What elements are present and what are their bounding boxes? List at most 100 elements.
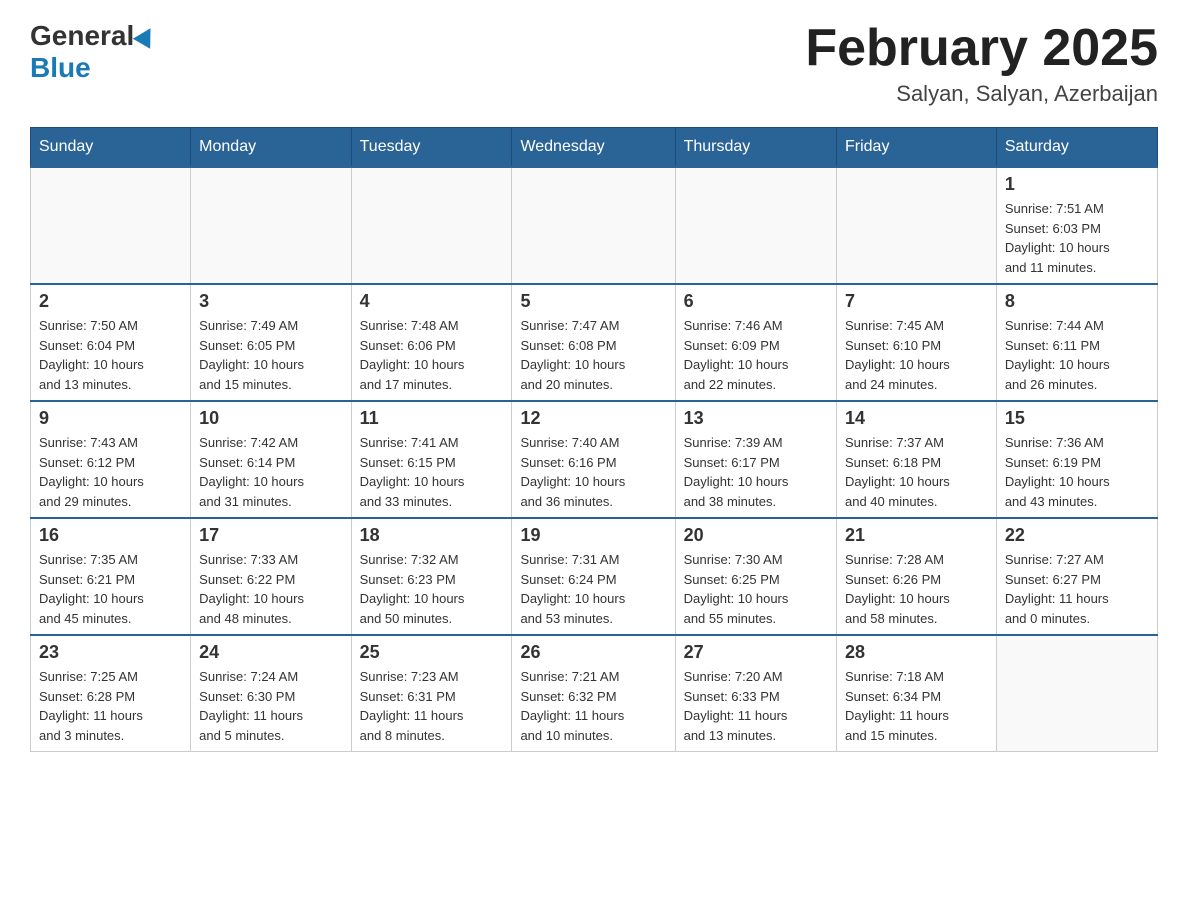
- day-info: Sunrise: 7:41 AMSunset: 6:15 PMDaylight:…: [360, 433, 504, 511]
- weekday-header-row: SundayMondayTuesdayWednesdayThursdayFrid…: [31, 128, 1158, 168]
- calendar-week-row: 23Sunrise: 7:25 AMSunset: 6:28 PMDayligh…: [31, 635, 1158, 752]
- calendar-cell: [675, 167, 836, 284]
- day-info: Sunrise: 7:50 AMSunset: 6:04 PMDaylight:…: [39, 316, 182, 394]
- day-info: Sunrise: 7:33 AMSunset: 6:22 PMDaylight:…: [199, 550, 342, 628]
- calendar-cell: 14 Sunrise: 7:37 AMSunset: 6:18 PMDayligh…: [837, 401, 997, 518]
- calendar-cell: 5 Sunrise: 7:47 AMSunset: 6:08 PMDaylight…: [512, 284, 675, 401]
- day-number: 22: [1005, 525, 1149, 546]
- day-number: 5: [520, 291, 666, 312]
- calendar-cell: [351, 167, 512, 284]
- calendar-cell: 22 Sunrise: 7:27 AMSunset: 6:27 PMDayligh…: [996, 518, 1157, 635]
- weekday-header-monday: Monday: [191, 128, 351, 168]
- day-info: Sunrise: 7:20 AMSunset: 6:33 PMDaylight:…: [684, 667, 828, 745]
- calendar-cell: 8Sunrise: 7:44 AMSunset: 6:11 PMDaylight…: [996, 284, 1157, 401]
- calendar-cell: 20 Sunrise: 7:30 AMSunset: 6:25 PMDayligh…: [675, 518, 836, 635]
- day-number: 11: [360, 408, 504, 429]
- day-info: Sunrise: 7:25 AMSunset: 6:28 PMDaylight:…: [39, 667, 182, 745]
- day-info: Sunrise: 7:27 AMSunset: 6:27 PMDaylight:…: [1005, 550, 1149, 628]
- calendar-cell: 4 Sunrise: 7:48 AMSunset: 6:06 PMDaylight…: [351, 284, 512, 401]
- day-number: 9: [39, 408, 182, 429]
- day-info: Sunrise: 7:23 AMSunset: 6:31 PMDaylight:…: [360, 667, 504, 745]
- day-info: Sunrise: 7:21 AMSunset: 6:32 PMDaylight:…: [520, 667, 666, 745]
- day-info: Sunrise: 7:30 AMSunset: 6:25 PMDaylight:…: [684, 550, 828, 628]
- calendar-cell: 26 Sunrise: 7:21 AMSunset: 6:32 PMDayligh…: [512, 635, 675, 752]
- day-info: Sunrise: 7:31 AMSunset: 6:24 PMDaylight:…: [520, 550, 666, 628]
- calendar-cell: 12Sunrise: 7:40 AMSunset: 6:16 PMDayligh…: [512, 401, 675, 518]
- day-number: 24: [199, 642, 342, 663]
- day-number: 4: [360, 291, 504, 312]
- calendar-cell: 13 Sunrise: 7:39 AMSunset: 6:17 PMDayligh…: [675, 401, 836, 518]
- title-section: February 2025 Salyan, Salyan, Azerbaijan: [805, 20, 1158, 107]
- day-number: 13: [684, 408, 828, 429]
- calendar-cell: 1Sunrise: 7:51 AMSunset: 6:03 PMDaylight…: [996, 167, 1157, 284]
- day-info: Sunrise: 7:42 AMSunset: 6:14 PMDaylight:…: [199, 433, 342, 511]
- day-number: 14: [845, 408, 988, 429]
- day-number: 16: [39, 525, 182, 546]
- calendar-cell: [996, 635, 1157, 752]
- day-number: 28: [845, 642, 988, 663]
- day-info: Sunrise: 7:47 AMSunset: 6:08 PMDaylight:…: [520, 316, 666, 394]
- weekday-header-tuesday: Tuesday: [351, 128, 512, 168]
- weekday-header-sunday: Sunday: [31, 128, 191, 168]
- calendar-cell: [837, 167, 997, 284]
- day-info: Sunrise: 7:49 AMSunset: 6:05 PMDaylight:…: [199, 316, 342, 394]
- day-info: Sunrise: 7:28 AMSunset: 6:26 PMDaylight:…: [845, 550, 988, 628]
- month-title: February 2025: [805, 20, 1158, 77]
- calendar-table: SundayMondayTuesdayWednesdayThursdayFrid…: [30, 127, 1158, 752]
- day-number: 18: [360, 525, 504, 546]
- day-number: 1: [1005, 174, 1149, 195]
- logo: General Blue: [30, 20, 158, 84]
- calendar-cell: 9 Sunrise: 7:43 AMSunset: 6:12 PMDaylight…: [31, 401, 191, 518]
- day-info: Sunrise: 7:18 AMSunset: 6:34 PMDaylight:…: [845, 667, 988, 745]
- location-text: Salyan, Salyan, Azerbaijan: [805, 81, 1158, 107]
- day-number: 3: [199, 291, 342, 312]
- calendar-cell: [31, 167, 191, 284]
- weekday-header-saturday: Saturday: [996, 128, 1157, 168]
- calendar-cell: 11 Sunrise: 7:41 AMSunset: 6:15 PMDayligh…: [351, 401, 512, 518]
- day-number: 2: [39, 291, 182, 312]
- calendar-cell: 3 Sunrise: 7:49 AMSunset: 6:05 PMDaylight…: [191, 284, 351, 401]
- calendar-cell: [512, 167, 675, 284]
- day-info: Sunrise: 7:45 AMSunset: 6:10 PMDaylight:…: [845, 316, 988, 394]
- calendar-week-row: 1Sunrise: 7:51 AMSunset: 6:03 PMDaylight…: [31, 167, 1158, 284]
- day-number: 26: [520, 642, 666, 663]
- day-info: Sunrise: 7:39 AMSunset: 6:17 PMDaylight:…: [684, 433, 828, 511]
- day-number: 21: [845, 525, 988, 546]
- calendar-cell: 24 Sunrise: 7:24 AMSunset: 6:30 PMDayligh…: [191, 635, 351, 752]
- calendar-cell: [191, 167, 351, 284]
- day-number: 20: [684, 525, 828, 546]
- day-number: 6: [684, 291, 828, 312]
- calendar-cell: 17 Sunrise: 7:33 AMSunset: 6:22 PMDayligh…: [191, 518, 351, 635]
- calendar-cell: 7Sunrise: 7:45 AMSunset: 6:10 PMDaylight…: [837, 284, 997, 401]
- day-info: Sunrise: 7:46 AMSunset: 6:09 PMDaylight:…: [684, 316, 828, 394]
- logo-triangle-icon: [133, 23, 159, 49]
- weekday-header-friday: Friday: [837, 128, 997, 168]
- weekday-header-wednesday: Wednesday: [512, 128, 675, 168]
- day-number: 17: [199, 525, 342, 546]
- calendar-cell: 27 Sunrise: 7:20 AMSunset: 6:33 PMDayligh…: [675, 635, 836, 752]
- day-info: Sunrise: 7:40 AMSunset: 6:16 PMDaylight:…: [520, 433, 666, 511]
- calendar-week-row: 16 Sunrise: 7:35 AMSunset: 6:21 PMDayligh…: [31, 518, 1158, 635]
- day-info: Sunrise: 7:43 AMSunset: 6:12 PMDaylight:…: [39, 433, 182, 511]
- day-info: Sunrise: 7:35 AMSunset: 6:21 PMDaylight:…: [39, 550, 182, 628]
- day-info: Sunrise: 7:48 AMSunset: 6:06 PMDaylight:…: [360, 316, 504, 394]
- calendar-cell: 2 Sunrise: 7:50 AMSunset: 6:04 PMDaylight…: [31, 284, 191, 401]
- calendar-week-row: 2 Sunrise: 7:50 AMSunset: 6:04 PMDaylight…: [31, 284, 1158, 401]
- day-info: Sunrise: 7:36 AMSunset: 6:19 PMDaylight:…: [1005, 433, 1149, 511]
- day-info: Sunrise: 7:24 AMSunset: 6:30 PMDaylight:…: [199, 667, 342, 745]
- day-info: Sunrise: 7:32 AMSunset: 6:23 PMDaylight:…: [360, 550, 504, 628]
- day-info: Sunrise: 7:37 AMSunset: 6:18 PMDaylight:…: [845, 433, 988, 511]
- calendar-cell: 15Sunrise: 7:36 AMSunset: 6:19 PMDayligh…: [996, 401, 1157, 518]
- calendar-cell: 16 Sunrise: 7:35 AMSunset: 6:21 PMDayligh…: [31, 518, 191, 635]
- calendar-cell: 19Sunrise: 7:31 AMSunset: 6:24 PMDayligh…: [512, 518, 675, 635]
- calendar-week-row: 9 Sunrise: 7:43 AMSunset: 6:12 PMDaylight…: [31, 401, 1158, 518]
- day-info: Sunrise: 7:44 AMSunset: 6:11 PMDaylight:…: [1005, 316, 1149, 394]
- day-number: 25: [360, 642, 504, 663]
- calendar-cell: 28 Sunrise: 7:18 AMSunset: 6:34 PMDayligh…: [837, 635, 997, 752]
- day-number: 27: [684, 642, 828, 663]
- logo-blue-text: Blue: [30, 52, 91, 83]
- calendar-cell: 21 Sunrise: 7:28 AMSunset: 6:26 PMDayligh…: [837, 518, 997, 635]
- calendar-cell: 10Sunrise: 7:42 AMSunset: 6:14 PMDayligh…: [191, 401, 351, 518]
- calendar-cell: 18 Sunrise: 7:32 AMSunset: 6:23 PMDayligh…: [351, 518, 512, 635]
- page-header: General Blue February 2025 Salyan, Salya…: [30, 20, 1158, 107]
